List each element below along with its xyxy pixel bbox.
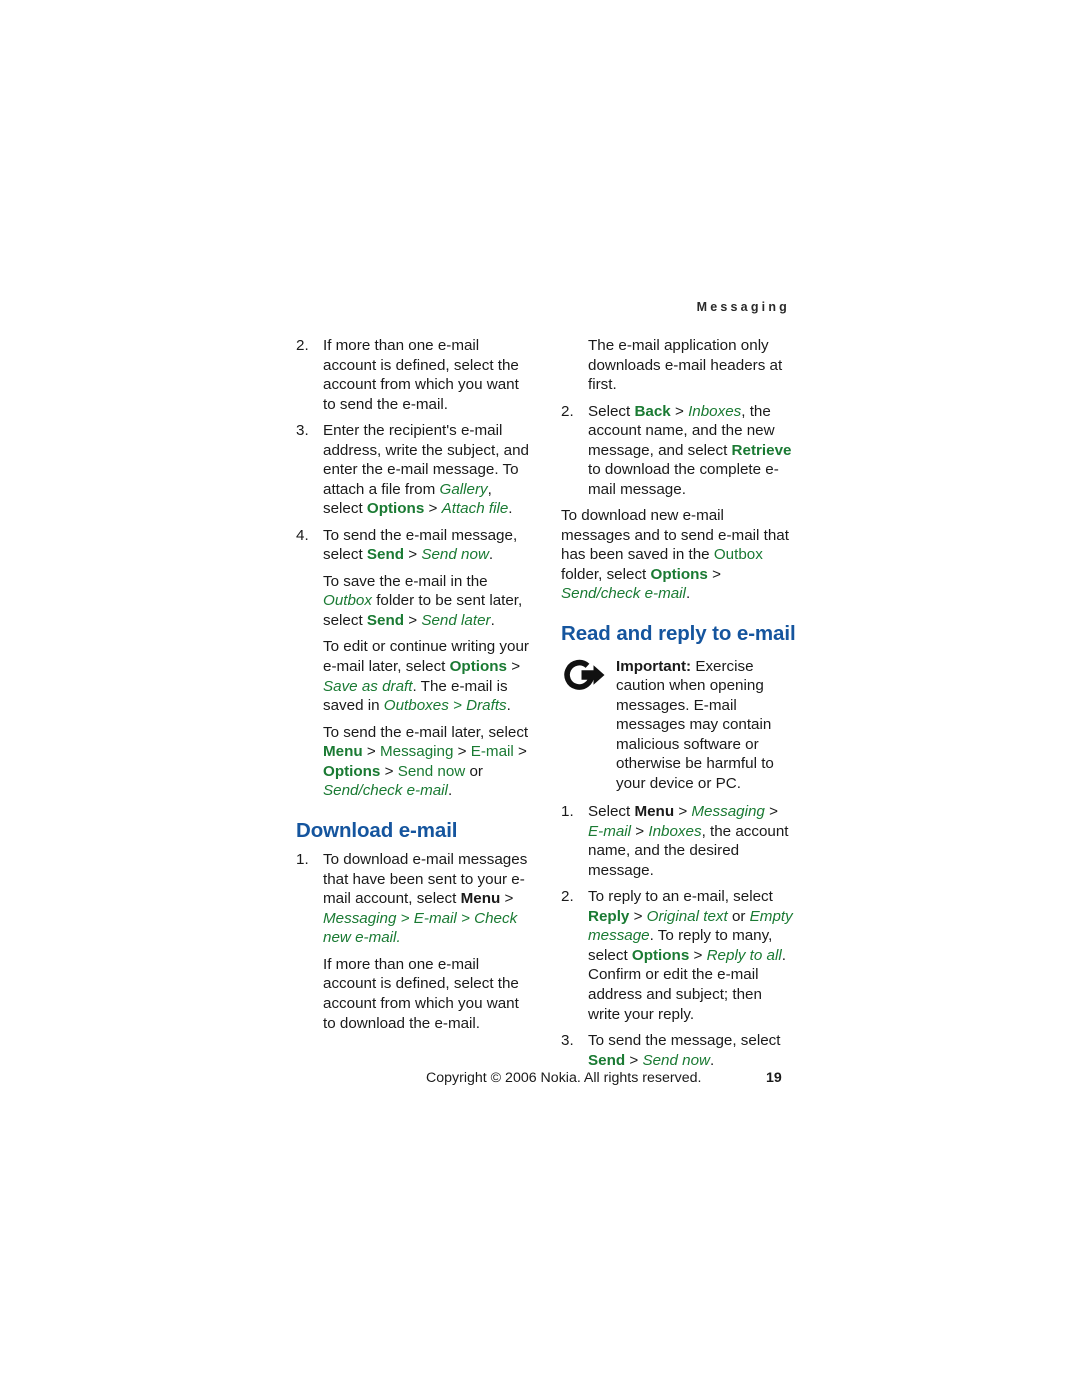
term-send: Send — [588, 1051, 626, 1069]
term-email: E-mail — [470, 743, 514, 761]
list-item-number: 3. — [296, 422, 309, 440]
term-outbox: Outbox — [323, 592, 372, 610]
term-options: Options — [366, 500, 425, 518]
manual-page: Messaging 2. If more than one e-mail acc… — [0, 0, 1080, 1397]
paragraph-edit-draft: To edit or continue writing your e-mail … — [323, 638, 529, 715]
list-item: 1. To download e-mail messages that have… — [296, 850, 531, 948]
heading-read-reply-email: Read and reply to e-mail — [561, 621, 796, 645]
list-item-number: 2. — [296, 337, 309, 354]
list-item-number: 1. — [296, 851, 309, 869]
term-menu: Menu — [634, 803, 675, 821]
term-menu: Menu — [323, 743, 363, 761]
term-options: Options — [631, 946, 690, 964]
list-item: 1. Select Menu > Messaging > E-mail > In… — [561, 802, 796, 880]
list-item-number: 3. — [561, 1032, 574, 1050]
copyright-notice: Copyright © 2006 Nokia. All rights reser… — [426, 1070, 702, 1086]
list-item-number: 1. — [561, 803, 574, 821]
term-attach-file: Attach file — [441, 500, 509, 518]
term-gallery: Gallery — [439, 480, 488, 498]
paragraph-headers-first: The e-mail application only downloads e-… — [588, 337, 783, 394]
term-email: E-mail — [588, 822, 632, 840]
list-item-number: 4. — [296, 526, 309, 544]
list-item-text: To send the message, select Send > Send … — [588, 1032, 781, 1069]
term-back: Back — [634, 402, 671, 420]
important-note: Important: Exercise caution when opening… — [561, 657, 796, 794]
list-item-text: If more than one e-mail account is defin… — [323, 337, 519, 413]
term-messaging: Messaging — [323, 909, 397, 927]
paragraph-download-new: To download new e-mail messages and to s… — [561, 507, 789, 603]
term-options: Options — [650, 565, 708, 583]
term-send-check-email: Send/check e-mail — [323, 782, 448, 800]
left-column: 2. If more than one e-mail account is de… — [296, 336, 531, 1040]
term-menu: Menu — [460, 890, 501, 908]
paragraph-send-later: To send the e-mail later, select Menu > … — [323, 723, 529, 800]
list-item: 3. To send the message, select Send > Se… — [561, 1031, 796, 1070]
term-retrieve: Retrieve — [731, 441, 792, 459]
list-item-text: To download e-mail messages that have be… — [323, 851, 528, 947]
term-messaging: Messaging — [379, 743, 454, 761]
term-send-check-email: Send/check e-mail — [561, 585, 686, 603]
list-item-number: 2. — [561, 888, 574, 906]
term-options: Options — [449, 657, 507, 675]
right-column: The e-mail application only downloads e-… — [561, 336, 796, 1077]
heading-download-email: Download e-mail — [296, 818, 458, 842]
term-outbox: Outbox — [713, 546, 763, 564]
list-item-number: 2. — [561, 402, 574, 420]
term-drafts: Drafts — [466, 697, 507, 715]
paragraph-more-accounts: If more than one e-mail account is defin… — [323, 955, 519, 1032]
term-send-later: Send later — [421, 611, 491, 629]
term-options: Options — [323, 762, 381, 780]
term-original-text: Original text — [646, 907, 728, 925]
term-send: Send — [366, 546, 405, 564]
term-send: Send — [366, 611, 405, 629]
list-item: 3. Enter the recipient's e-mail address,… — [296, 421, 531, 519]
important-arrow-icon — [563, 658, 607, 692]
term-save-as-draft: Save as draft — [323, 677, 413, 695]
term-reply-to-all: Reply to all — [706, 946, 782, 964]
term-send-now: Send now — [421, 546, 489, 564]
list-item: 2. If more than one e-mail account is de… — [296, 336, 531, 414]
paragraph-save-email: To save the e-mail in the Outbox folder … — [323, 572, 523, 629]
list-item: 2. Select Back > Inboxes, the account na… — [561, 402, 796, 500]
term-email: E-mail — [413, 909, 457, 927]
important-note-text: Important: Exercise caution when opening… — [616, 657, 774, 792]
list-item-text: Select Back > Inboxes, the account name,… — [588, 402, 792, 498]
term-inboxes: Inboxes — [648, 822, 702, 840]
page-number: 19 — [766, 1070, 782, 1086]
term-messaging: Messaging — [691, 803, 765, 821]
list-item-text: To send the e-mail message, select Send … — [323, 526, 518, 564]
list-item: 2. To reply to an e-mail, select Reply >… — [561, 887, 796, 1024]
list-item-text: Enter the recipient's e-mail address, wr… — [323, 422, 529, 518]
running-header: Messaging — [696, 300, 790, 314]
term-send-now: Send now — [642, 1051, 711, 1069]
term-inboxes: Inboxes — [688, 402, 742, 420]
term-send-now: Send now — [397, 762, 466, 780]
list-item-text: To reply to an e-mail, select Reply > Or… — [588, 888, 793, 1023]
term-reply: Reply — [588, 907, 630, 925]
list-item-text: Select Menu > Messaging > E-mail > Inbox… — [588, 803, 789, 879]
term-outboxes: Outboxes — [383, 697, 449, 715]
important-label: Important: — [616, 657, 692, 675]
list-item: 4. To send the e-mail message, select Se… — [296, 526, 531, 565]
